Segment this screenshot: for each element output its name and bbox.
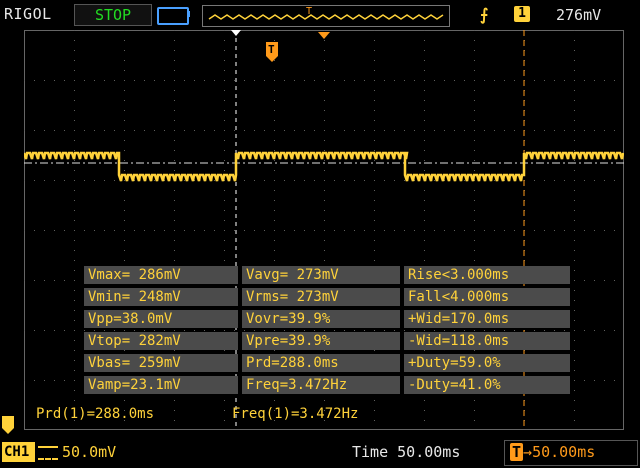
trigger-source-badge: 1 [514,6,530,22]
memory-trigger-marker: T [306,6,312,17]
battery-icon [157,7,189,25]
measurement-cell: -Duty=41.0% [404,376,570,394]
measurement-cell: Rise<3.000ms [404,266,570,284]
channel1-badge[interactable]: CH1 [2,442,35,462]
measurement-cell: Vamp=23.1mV [84,376,238,394]
trigger-offset-icon: T [510,443,524,461]
measurement-cell: +Duty=59.0% [404,354,570,372]
trigger-offset-marker [318,32,330,39]
measurement-cell: Vovr=39.9% [242,310,400,328]
run-state-indicator[interactable]: STOP [74,4,152,26]
trigger-position-marker: T [266,42,278,62]
channel1-scale[interactable]: 50.0mV [62,443,116,461]
measurement-cell: Vbas= 259mV [84,354,238,372]
battery-tip [187,11,190,17]
measurement-cell: Vrms= 273mV [242,288,400,306]
measurement-cell: Freq=3.472Hz [242,376,400,394]
measurement-cell: Prd=288.0ms [242,354,400,372]
measurement-cell: Vpre=39.9% [242,332,400,350]
channel1-trace [24,151,624,182]
trigger-top-marker [231,30,241,36]
trigger-level-value: 276mV [556,6,602,24]
trigger-offset-arrow: → [523,443,533,461]
measurement-cell: Vmax= 286mV [84,266,238,284]
svg-text:T: T [268,43,275,56]
cursor-period-readout: Prd(1)=288.0ms [36,406,155,422]
trigger-panel[interactable] [470,4,636,26]
timebase-readout[interactable]: Time 50.00ms [352,443,460,461]
brand-logo: RIGOL [4,5,52,23]
channel1-ground-marker[interactable] [0,414,20,436]
measurement-cell: -Wid=118.0ms [404,332,570,350]
measurement-cell: Vtop= 282mV [84,332,238,350]
measurement-cell: Vpp=38.0mV [84,310,238,328]
rising-edge-icon: ⨍ [480,5,489,24]
cursor-frequency-readout: Freq(1)=3.472Hz [232,406,359,422]
measurement-cell: Vmin= 248mV [84,288,238,306]
trigger-offset-readout: T →50.00ms [510,443,595,461]
memory-waveform-overview[interactable]: T [202,5,450,27]
measurement-cell: +Wid=170.0ms [404,310,570,328]
trigger-offset-value: 50.00ms [532,443,596,461]
measurement-cell: Fall<4.000ms [404,288,570,306]
memory-overview-trace [208,14,444,20]
measurement-cell: Vavg= 273mV [242,266,400,284]
dc-coupling-icon [38,446,58,460]
